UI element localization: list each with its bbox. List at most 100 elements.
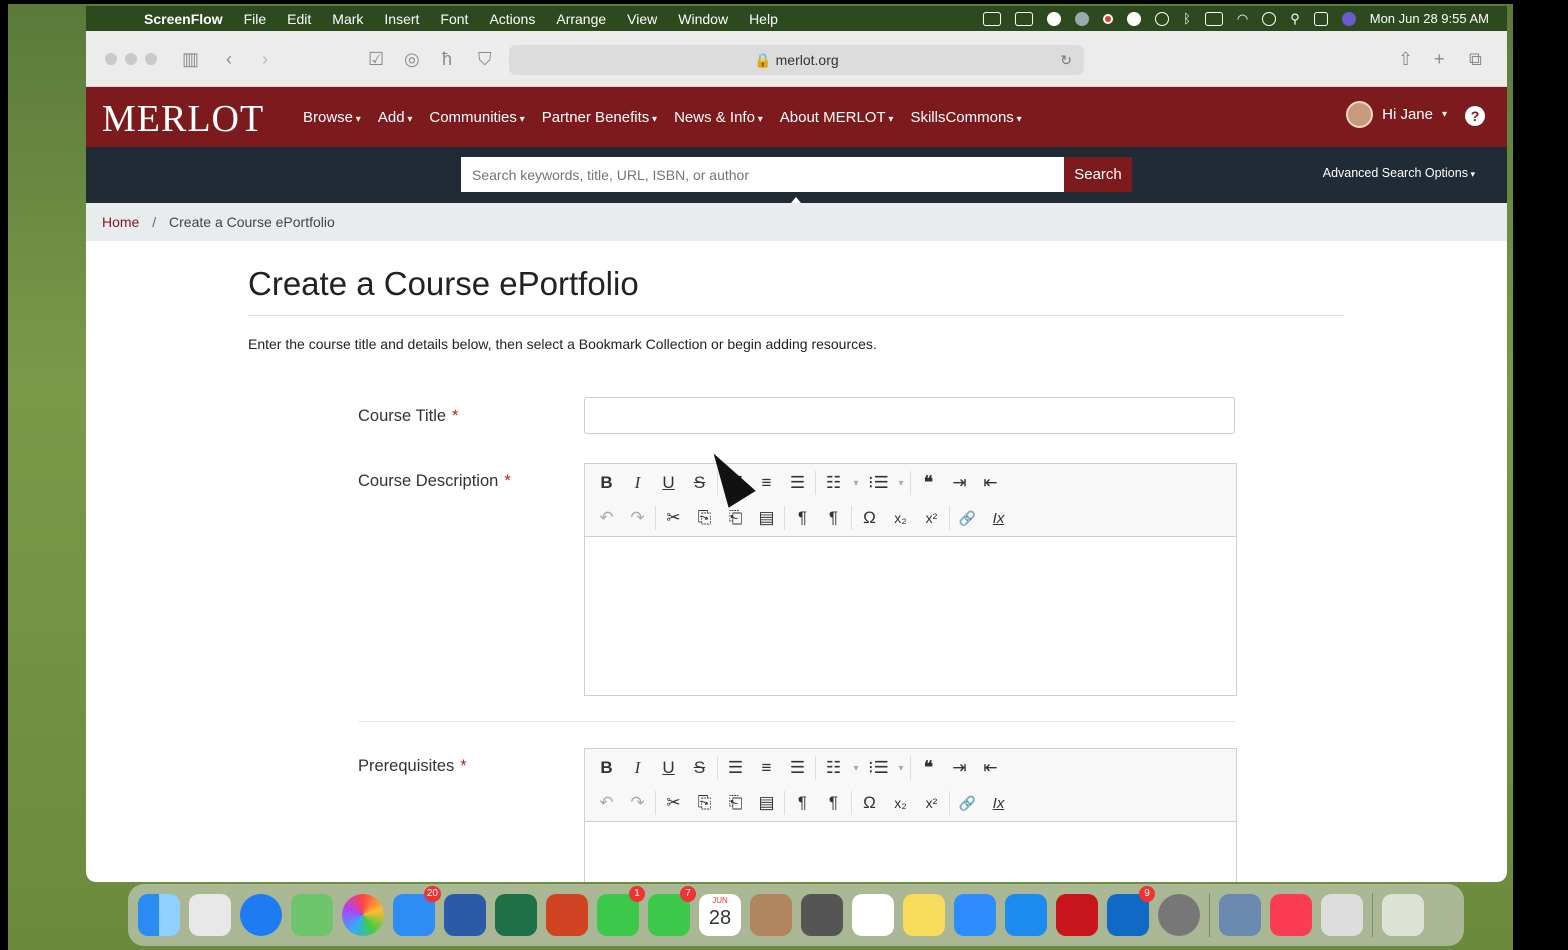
minimize-window-button[interactable] — [125, 53, 137, 65]
music-icon[interactable] — [1270, 894, 1312, 936]
subscript-icon[interactable]: x₂ — [885, 510, 916, 526]
zoom-window-button[interactable] — [145, 53, 157, 65]
safari-icon[interactable] — [240, 894, 282, 936]
wifi-icon[interactable]: ◠ — [1237, 11, 1248, 27]
preview-icon[interactable] — [1219, 894, 1261, 936]
subscript-icon[interactable]: x₂ — [885, 795, 916, 811]
shield-extension-icon[interactable]: ⛉ — [478, 48, 492, 70]
share-icon[interactable]: ⇧ — [1398, 48, 1413, 70]
notes-icon[interactable] — [903, 894, 945, 936]
menu-help[interactable]: Help — [749, 11, 778, 27]
globe-icon[interactable] — [1075, 11, 1090, 26]
acrobat-icon[interactable] — [1056, 894, 1098, 936]
bulleted-list-icon[interactable]: ☷ — [818, 473, 849, 493]
paste-icon[interactable]: ⎗ — [720, 793, 751, 813]
back-icon[interactable]: ‹ — [226, 48, 232, 70]
chevron-down-icon[interactable]: ▾ — [849, 763, 863, 774]
breadcrumb-home[interactable]: Home — [102, 214, 139, 230]
bold-button[interactable]: B — [591, 758, 622, 778]
italic-button[interactable]: I — [622, 473, 653, 493]
screenflow-icon[interactable] — [1127, 11, 1142, 26]
app-store-icon[interactable] — [1005, 894, 1047, 936]
nav-news-info[interactable]: News & Info — [674, 109, 763, 126]
italic-button[interactable]: I — [622, 758, 653, 778]
menu-window[interactable]: Window — [678, 11, 728, 27]
strikethrough-button[interactable]: S — [684, 758, 715, 778]
outlook-icon[interactable]: 9 — [1107, 886, 1155, 936]
superscript-icon[interactable]: x² — [916, 795, 947, 811]
redo-icon[interactable]: ↷ — [622, 793, 653, 813]
bold-button[interactable]: B — [591, 473, 622, 493]
align-left-icon[interactable]: ☰ — [720, 758, 751, 778]
chevron-down-icon[interactable]: ▾ — [894, 478, 908, 489]
battery-icon[interactable] — [1204, 11, 1223, 26]
menu-insert[interactable]: Insert — [384, 11, 419, 27]
align-right-icon[interactable]: ☰ — [782, 473, 813, 493]
link-icon[interactable]: 🔗 — [952, 795, 983, 812]
time-machine-icon[interactable] — [1155, 11, 1170, 26]
bulleted-list-icon[interactable]: ☷ — [818, 758, 849, 778]
calendar-icon[interactable]: JUN 28 — [699, 894, 741, 936]
forward-icon[interactable]: › — [262, 48, 268, 70]
mail-icon[interactable]: 20 — [393, 886, 441, 936]
prerequisites-textarea[interactable] — [585, 822, 1236, 882]
link-icon[interactable]: 🔗 — [952, 510, 983, 527]
menu-font[interactable]: Font — [440, 11, 468, 27]
system-preferences-icon[interactable] — [1158, 894, 1200, 936]
chevron-down-icon[interactable]: ▾ — [894, 763, 908, 774]
search-input[interactable] — [461, 157, 1064, 192]
trash-icon[interactable] — [1382, 894, 1424, 936]
checkbox-extension-icon[interactable]: ☑ — [368, 48, 384, 70]
indent-icon[interactable]: ⇥ — [944, 473, 975, 493]
sidebar-toggle-icon[interactable]: ▥ — [182, 48, 199, 70]
paste-icon[interactable]: ⎗ — [720, 508, 751, 528]
paste-as-text-icon[interactable]: ▤ — [751, 793, 782, 813]
photos-icon[interactable] — [342, 894, 384, 936]
indent-icon[interactable]: ⇥ — [944, 758, 975, 778]
zoom-app-icon[interactable] — [954, 894, 996, 936]
menu-app-name[interactable]: ScreenFlow — [144, 11, 223, 27]
undo-icon[interactable]: ↶ — [591, 508, 622, 528]
maps-icon[interactable] — [291, 894, 333, 936]
new-tab-icon[interactable]: + — [1434, 48, 1445, 70]
address-bar[interactable]: 🔒 merlot.org ↻ — [509, 45, 1084, 75]
privacy-extension-icon[interactable]: ◎ — [404, 48, 420, 70]
menu-view[interactable]: View — [627, 11, 657, 27]
nav-about-merlot[interactable]: About MERLOT — [780, 109, 894, 126]
chevron-down-icon[interactable]: ▾ — [849, 478, 863, 489]
undo-icon[interactable]: ↶ — [591, 793, 622, 813]
menu-file[interactable]: File — [244, 11, 267, 27]
numbered-list-icon[interactable]: ⁝☰ — [863, 473, 894, 493]
excel-icon[interactable] — [495, 894, 537, 936]
special-character-icon[interactable]: Ω — [854, 793, 885, 813]
align-center-icon[interactable]: ≡ — [751, 758, 782, 778]
cut-icon[interactable]: ✂ — [658, 508, 689, 528]
blockquote-icon[interactable]: ❝ — [913, 758, 944, 778]
paste-as-text-icon[interactable]: ▤ — [751, 508, 782, 528]
course-description-textarea[interactable] — [585, 537, 1236, 695]
underline-button[interactable]: U — [653, 473, 684, 493]
control-center-icon[interactable] — [1313, 11, 1328, 26]
messages-icon[interactable]: 1 — [597, 886, 645, 936]
contacts-icon[interactable] — [750, 894, 792, 936]
menu-arrange[interactable]: Arrange — [556, 11, 606, 27]
screenflow-dock-icon[interactable] — [1321, 894, 1363, 936]
copy-icon[interactable]: ⎘ — [689, 508, 720, 528]
align-right-icon[interactable]: ☰ — [782, 758, 813, 778]
siri-icon[interactable] — [1341, 11, 1356, 26]
honey-extension-icon[interactable]: ħ — [442, 48, 452, 70]
calculator-icon[interactable] — [801, 894, 843, 936]
screen-record-icon[interactable] — [983, 11, 1002, 26]
text-direction-rtl-icon[interactable]: ¶ — [818, 508, 849, 528]
recording-indicator-icon[interactable] — [1103, 13, 1114, 24]
advanced-search-options[interactable]: Advanced Search Options — [1323, 166, 1475, 180]
tab-overview-icon[interactable]: ⧉ — [1469, 48, 1482, 70]
text-direction-ltr-icon[interactable]: ¶ — [787, 793, 818, 813]
word-icon[interactable] — [444, 894, 486, 936]
underline-button[interactable]: U — [653, 758, 684, 778]
special-character-icon[interactable]: Ω — [854, 508, 885, 528]
blockquote-icon[interactable]: ❝ — [913, 473, 944, 493]
facetime-icon[interactable]: 7 — [648, 886, 696, 936]
nav-browse[interactable]: Browse — [303, 109, 361, 126]
launchpad-icon[interactable] — [189, 894, 231, 936]
